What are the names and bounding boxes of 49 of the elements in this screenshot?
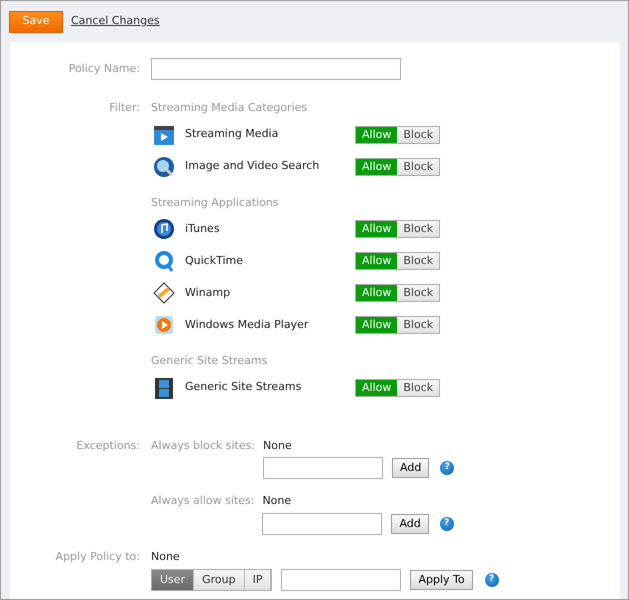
apply-button[interactable]: Apply To	[410, 570, 473, 590]
allow-toggle[interactable]: Allow	[356, 158, 398, 174]
block-toggle[interactable]: Block	[397, 253, 440, 269]
play-icon	[153, 314, 175, 336]
block-toggle[interactable]: Block	[397, 126, 440, 142]
group-heading: Streaming Applications	[151, 194, 280, 210]
value-text: None	[151, 548, 181, 564]
app-name: Generic Site Streams	[185, 379, 302, 396]
allow-toggle[interactable]: Allow	[356, 380, 398, 396]
allow-toggle[interactable]: Allow	[356, 253, 398, 269]
magnifier-icon	[153, 156, 175, 178]
policy-name-field[interactable]	[151, 58, 401, 80]
add-button[interactable]: Add	[391, 514, 429, 534]
target-field[interactable]	[281, 569, 402, 591]
q-logo-icon	[153, 250, 175, 272]
block-toggle[interactable]: Block	[397, 158, 440, 174]
target-tab[interactable]: User	[152, 570, 194, 590]
clapperboard-icon	[153, 124, 175, 146]
field-label: Filter:	[108, 100, 141, 116]
field-label: Always allow sites:	[151, 493, 254, 509]
app-name: QuickTime	[185, 252, 244, 269]
group-heading: Generic Site Streams	[151, 353, 268, 369]
app-name: iTunes	[185, 220, 221, 237]
site-field[interactable]	[262, 512, 382, 534]
app-name: Winamp	[185, 284, 232, 301]
block-toggle[interactable]: Block	[397, 221, 440, 237]
app-name: Image and Video Search	[185, 158, 320, 174]
cancel-link[interactable]: Cancel Changes	[71, 13, 160, 30]
value-text: None	[262, 493, 292, 509]
field-label: Exceptions:	[75, 438, 141, 454]
film-strip-icon	[153, 376, 175, 398]
field-label: Apply Policy to:	[54, 548, 141, 564]
site-field[interactable]	[263, 457, 384, 479]
app-name: Windows Media Player	[185, 316, 310, 333]
value-text: None	[263, 438, 293, 454]
allow-toggle[interactable]: Allow	[356, 221, 398, 237]
allow-toggle[interactable]: Allow	[356, 285, 398, 301]
field-label: Always block sites:	[151, 438, 256, 454]
field-label: Policy Name:	[68, 60, 141, 77]
block-toggle[interactable]: Block	[397, 380, 440, 396]
target-tab[interactable]: IP	[244, 570, 272, 590]
allow-toggle[interactable]: Allow	[356, 126, 398, 142]
block-toggle[interactable]: Block	[397, 285, 440, 301]
allow-toggle[interactable]: Allow	[356, 317, 398, 333]
target-tab[interactable]: Group	[194, 570, 245, 590]
group-heading: Streaming Media Categories	[151, 100, 308, 116]
block-toggle[interactable]: Block	[397, 317, 440, 333]
app-name: Streaming Media	[185, 126, 280, 142]
add-button[interactable]: Add	[392, 458, 430, 478]
